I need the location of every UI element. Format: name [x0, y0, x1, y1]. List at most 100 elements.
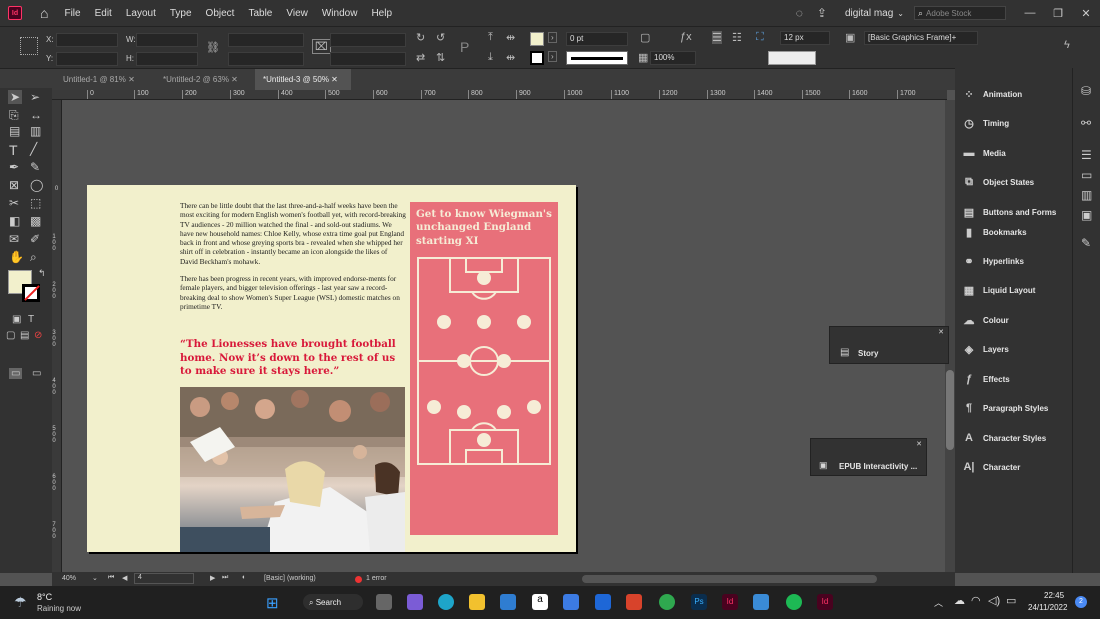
- next-page-icon[interactable]: ▶: [210, 574, 215, 582]
- office-icon[interactable]: [626, 594, 642, 610]
- panel-colour[interactable]: ☁ Colour: [961, 308, 1066, 332]
- select-next-icon[interactable]: ⇹: [506, 51, 515, 64]
- page-tool-icon[interactable]: ⎘: [9, 108, 19, 123]
- align-left-icon[interactable]: ☰: [712, 31, 722, 44]
- file-explorer-icon[interactable]: [469, 594, 485, 610]
- previous-page-icon[interactable]: ◀: [122, 574, 127, 582]
- selection-tool-icon[interactable]: ➤: [8, 90, 23, 104]
- h-field[interactable]: [136, 52, 198, 66]
- apply-gradient-icon[interactable]: ▤: [20, 330, 29, 341]
- photos-icon[interactable]: [753, 594, 769, 610]
- starting-xi-sidebar[interactable]: Get to know Wiegman's unchanged England …: [410, 202, 558, 535]
- swap-colors-icon[interactable]: ↰: [38, 268, 46, 279]
- onedrive-icon[interactable]: ☁: [954, 594, 965, 607]
- lightbulb-icon[interactable]: ◌: [796, 6, 803, 20]
- ellipse-tool-icon[interactable]: ◯: [30, 178, 43, 192]
- battery-icon[interactable]: ▭: [1006, 594, 1016, 607]
- text-wrap-icon[interactable]: ▣: [1081, 208, 1092, 222]
- close-icon[interactable]: ✕: [938, 328, 944, 336]
- dropbox-icon[interactable]: [595, 594, 611, 610]
- error-count[interactable]: 1 error: [366, 575, 387, 582]
- stroke-swatch[interactable]: [530, 51, 544, 65]
- taskbar-search[interactable]: ⌕ Search: [303, 594, 363, 610]
- panel-character[interactable]: A| Character: [961, 455, 1066, 479]
- indesign-taskbar-icon-2[interactable]: Id: [817, 594, 833, 610]
- tab-untitled-3[interactable]: *Untitled-3 @ 50% ✕: [255, 69, 351, 91]
- shear-field[interactable]: [330, 52, 406, 66]
- select-container-icon[interactable]: ⤒: [488, 31, 493, 44]
- menu-help[interactable]: Help: [371, 8, 392, 19]
- document-page[interactable]: There can be little doubt that the last …: [87, 185, 576, 552]
- links-icon[interactable]: ⚯: [1081, 116, 1091, 130]
- scale-x-field[interactable]: [228, 33, 304, 47]
- gradient-feather-tool-icon[interactable]: ▩: [30, 214, 41, 228]
- zoom-select[interactable]: 40%: [62, 575, 76, 582]
- menu-table[interactable]: Table: [248, 8, 272, 19]
- menu-layout[interactable]: Layout: [126, 8, 156, 19]
- properties-icon[interactable]: ✎: [1081, 236, 1091, 250]
- weather-text[interactable]: Raining now: [37, 604, 81, 613]
- panel-layers[interactable]: ◈ Layers: [961, 337, 1066, 361]
- direct-selection-tool-icon[interactable]: ➢: [30, 90, 40, 104]
- volume-icon[interactable]: ◁): [988, 594, 1000, 607]
- p-icon[interactable]: P: [460, 39, 469, 55]
- close-button[interactable]: ✕: [1072, 7, 1100, 20]
- pen-tool-icon[interactable]: ✒: [9, 160, 19, 174]
- temperature[interactable]: 8°C: [37, 592, 52, 602]
- type-tool-icon[interactable]: T: [9, 142, 18, 158]
- windows-start-icon[interactable]: ⊞: [266, 594, 279, 612]
- clock-time[interactable]: 22:45: [1044, 591, 1064, 600]
- scroll-thumb[interactable]: [946, 370, 954, 450]
- tab-untitled-1[interactable]: Untitled-1 @ 81% ✕: [55, 69, 155, 91]
- y-field[interactable]: [56, 52, 118, 66]
- menu-edit[interactable]: Edit: [95, 8, 112, 19]
- content-collector-icon[interactable]: ▤: [9, 124, 20, 138]
- stroke-arrow-icon[interactable]: ›: [548, 51, 557, 62]
- free-transform-tool-icon[interactable]: ⬚: [30, 196, 41, 210]
- eyedropper-tool-icon[interactable]: ✐: [30, 232, 40, 246]
- celebration-photo[interactable]: [180, 387, 405, 552]
- story-panel[interactable]: ✕ ▤ Story: [829, 326, 949, 364]
- close-icon[interactable]: ✕: [916, 440, 922, 448]
- cc-libraries-icon[interactable]: ⛁: [1081, 84, 1091, 98]
- rotate-cw-icon[interactable]: ↻: [416, 31, 425, 44]
- panel-paragraph-styles[interactable]: ¶ Paragraph Styles: [961, 396, 1066, 420]
- wifi-icon[interactable]: ◠: [971, 594, 981, 607]
- swatches-icon[interactable]: ▥: [1081, 188, 1092, 202]
- close-icon[interactable]: ✕: [128, 75, 135, 84]
- preview-mode-icon[interactable]: ▭: [32, 368, 41, 379]
- w-field[interactable]: [136, 33, 198, 47]
- panel-character-styles[interactable]: A Character Styles: [961, 426, 1066, 450]
- panel-bookmarks[interactable]: ▮ Bookmarks: [961, 220, 1066, 244]
- note-tool-icon[interactable]: ✉: [9, 232, 19, 246]
- menu-window[interactable]: Window: [322, 8, 358, 19]
- panel-effects[interactable]: ƒ Effects: [961, 367, 1066, 391]
- flip-vertical-icon[interactable]: ⇅: [436, 51, 445, 64]
- share-icon[interactable]: ⇪: [817, 6, 827, 20]
- hand-tool-icon[interactable]: ✋: [9, 250, 24, 264]
- zoom-tool-icon[interactable]: ⌕: [30, 250, 37, 265]
- chevron-down-icon[interactable]: ⌄: [92, 574, 98, 582]
- x-field[interactable]: [56, 33, 118, 47]
- edge-icon[interactable]: [438, 594, 454, 610]
- stroke-type-select[interactable]: [566, 51, 628, 65]
- panel-hyperlinks[interactable]: ⚭ Hyperlinks: [961, 249, 1066, 273]
- lightning-icon[interactable]: ϟ: [1064, 39, 1070, 51]
- clock-date[interactable]: 24/11/2022: [1028, 603, 1067, 612]
- constrain-proportions-icon[interactable]: ⛓: [206, 41, 220, 54]
- close-icon[interactable]: ✕: [231, 75, 238, 84]
- open-page-icon[interactable]: ◐: [242, 574, 246, 581]
- gradient-swatch-tool-icon[interactable]: ◧: [9, 214, 20, 228]
- adobe-stock-search[interactable]: Adobe Stock: [926, 9, 971, 18]
- panel-media[interactable]: ▬ Media: [961, 141, 1066, 165]
- object-style-select[interactable]: [Basic Graphics Frame]+: [864, 31, 978, 45]
- menu-type[interactable]: Type: [170, 8, 192, 19]
- auto-fit-icon[interactable]: ⛶: [756, 31, 764, 44]
- mail-icon[interactable]: [500, 594, 516, 610]
- apply-none-icon[interactable]: ⊘: [34, 330, 42, 341]
- last-page-icon[interactable]: ⏭: [222, 574, 228, 582]
- task-view-icon[interactable]: [376, 594, 392, 610]
- line-tool-icon[interactable]: ╱: [30, 142, 37, 156]
- close-icon[interactable]: ✕: [331, 75, 338, 84]
- gap-tool-icon[interactable]: ↔: [30, 108, 42, 122]
